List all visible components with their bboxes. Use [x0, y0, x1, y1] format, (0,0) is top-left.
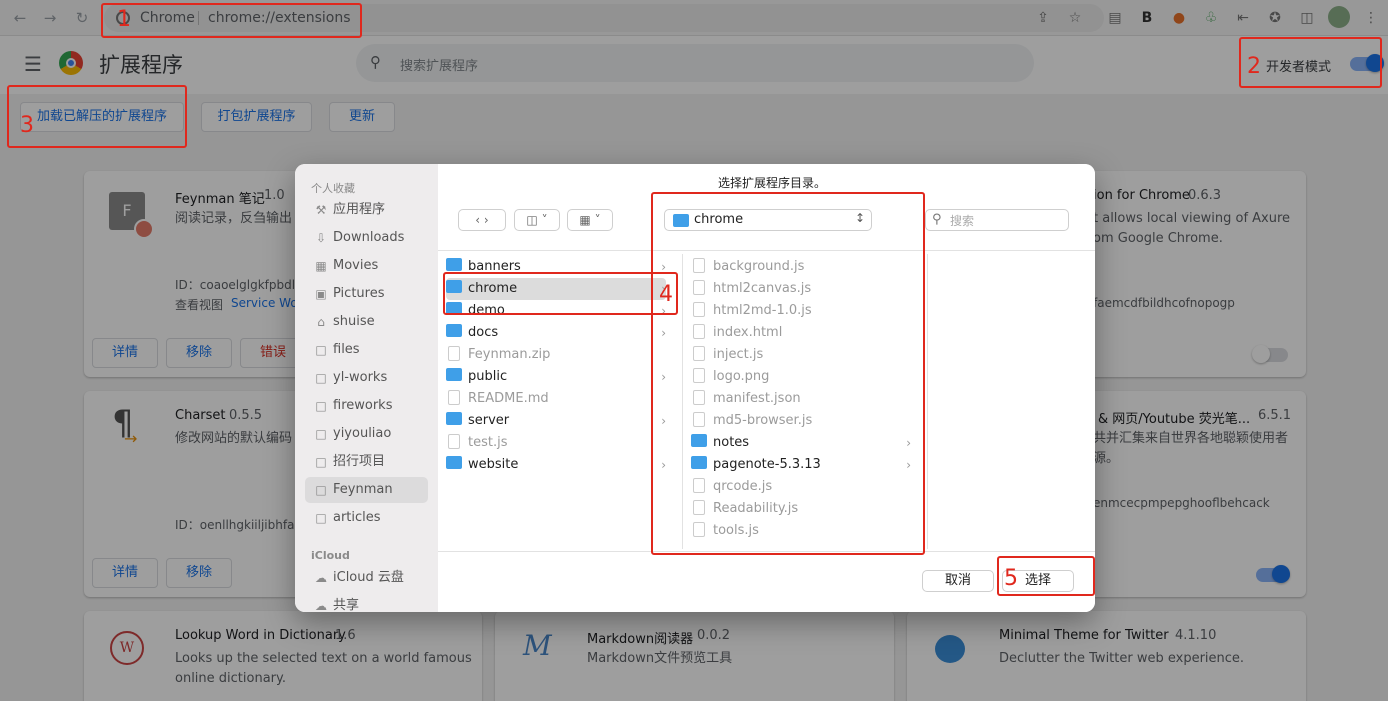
file-icon — [448, 390, 460, 405]
file-row[interactable]: Feynman.zip — [446, 344, 666, 366]
sidebar-item-label: fireworks — [333, 398, 393, 413]
dialog-search-input[interactable]: 搜索 — [950, 212, 974, 229]
back-forward-buttons[interactable]: ‹ › — [458, 209, 506, 231]
annotation-box-1 — [101, 3, 362, 38]
row-label: test.js — [468, 435, 508, 450]
row-label: README.md — [468, 391, 549, 406]
annotation-number-1: 1 — [117, 7, 131, 32]
cloud-icon: ☁ — [315, 571, 327, 585]
dialog-search-box[interactable]: ⚲ 搜索 — [925, 209, 1069, 231]
folder-row[interactable]: docs › — [446, 322, 666, 344]
folder-row[interactable]: server › — [446, 410, 666, 432]
annotation-number-3: 3 — [20, 113, 34, 138]
folder-icon — [446, 324, 462, 337]
sidebar-item[interactable]: □ articles — [305, 505, 428, 531]
folder-icon: □ — [315, 483, 327, 497]
annotation-box-column — [651, 192, 925, 555]
folder-icon: □ — [315, 427, 327, 441]
sidebar-item-label: yl-works — [333, 370, 388, 385]
sidebar-item-label: 应用程序 — [333, 202, 386, 217]
sidebar-item-label: Pictures — [333, 286, 385, 301]
folder-icon: ⚒ — [315, 203, 327, 217]
annotation-box-4 — [443, 272, 678, 315]
sidebar-item[interactable]: ⇩ Downloads — [305, 225, 428, 251]
folder-icon: ▦ — [315, 259, 327, 273]
sidebar-item[interactable]: ⚒ 应用程序 — [305, 197, 428, 223]
cloud-icon: ☁ — [315, 599, 327, 612]
folder-icon — [446, 456, 462, 469]
folder-icon: ⌂ — [317, 315, 325, 329]
row-label: website — [468, 457, 519, 472]
sidebar-item-icloud[interactable]: ☁ iCloud 云盘 — [305, 565, 428, 591]
annotation-number-2: 2 — [1247, 54, 1261, 79]
row-label: Feynman.zip — [468, 347, 551, 362]
sidebar-item[interactable]: □ yiyouliao — [305, 421, 428, 447]
sidebar-item-label: 共享 — [333, 598, 360, 612]
row-label: public — [468, 369, 508, 384]
sidebar-item-label: yiyouliao — [333, 426, 392, 441]
favorites-heading: 个人收藏 — [311, 182, 355, 195]
sidebar-item-icloud[interactable]: ☁ 共享 — [305, 593, 428, 612]
sidebar-item[interactable]: ▦ Movies — [305, 253, 428, 279]
sidebar-item-label: shuise — [333, 314, 375, 329]
folder-icon: □ — [315, 343, 327, 357]
file-row[interactable]: test.js — [446, 432, 666, 454]
folder-icon — [446, 412, 462, 425]
folder-icon — [446, 258, 462, 271]
dialog-sidebar: 个人收藏 ⚒ 应用程序 ⇩ Downloads ▦ Movies ▣ Pictures ⌂ shu… — [295, 164, 438, 612]
view-columns-icon[interactable]: ◫ ˅ — [514, 209, 560, 231]
sidebar-item[interactable]: ⌂ shuise — [305, 309, 428, 335]
sidebar-item[interactable]: ▣ Pictures — [305, 281, 428, 307]
folder-row[interactable]: public › — [446, 366, 666, 388]
icloud-heading: iCloud — [311, 549, 350, 562]
file-icon — [448, 346, 460, 361]
folder-row[interactable]: website › — [446, 454, 666, 476]
annotation-number-5: 5 — [1004, 566, 1018, 591]
view-grid-icon[interactable]: ▦ ˅ — [567, 209, 613, 231]
folder-icon: □ — [315, 511, 327, 525]
folder-icon: ▣ — [315, 287, 327, 301]
folder-icon: ⇩ — [315, 231, 327, 245]
folder-icon: □ — [315, 455, 327, 469]
sidebar-item-label: Movies — [333, 258, 379, 273]
sidebar-item-label: 招行项目 — [333, 454, 386, 469]
file-icon — [448, 434, 460, 449]
sidebar-item-label: files — [333, 342, 360, 357]
folder-icon: □ — [315, 371, 327, 385]
sidebar-item[interactable]: □ 招行项目 — [305, 449, 428, 475]
sidebar-item[interactable]: □ files — [305, 337, 428, 363]
sidebar-item[interactable]: □ fireworks — [305, 393, 428, 419]
dialog-title: 选择扩展程序目录。 — [718, 176, 827, 190]
sidebar-item[interactable]: □ yl-works — [305, 365, 428, 391]
sidebar-item-label: articles — [333, 510, 381, 525]
folder-icon — [446, 368, 462, 381]
sidebar-item-label: iCloud 云盘 — [333, 570, 404, 585]
sidebar-item-label: Feynman — [333, 482, 393, 497]
file-row[interactable]: README.md — [446, 388, 666, 410]
row-label: docs — [468, 325, 499, 340]
sidebar-item[interactable]: □ Feynman — [305, 477, 428, 503]
sidebar-item-label: Downloads — [333, 230, 405, 245]
folder-icon: □ — [315, 399, 327, 413]
search-icon: ⚲ — [932, 212, 942, 227]
annotation-box-3 — [7, 85, 187, 148]
cancel-button[interactable]: 取消 — [922, 570, 994, 592]
row-label: server — [468, 413, 510, 428]
